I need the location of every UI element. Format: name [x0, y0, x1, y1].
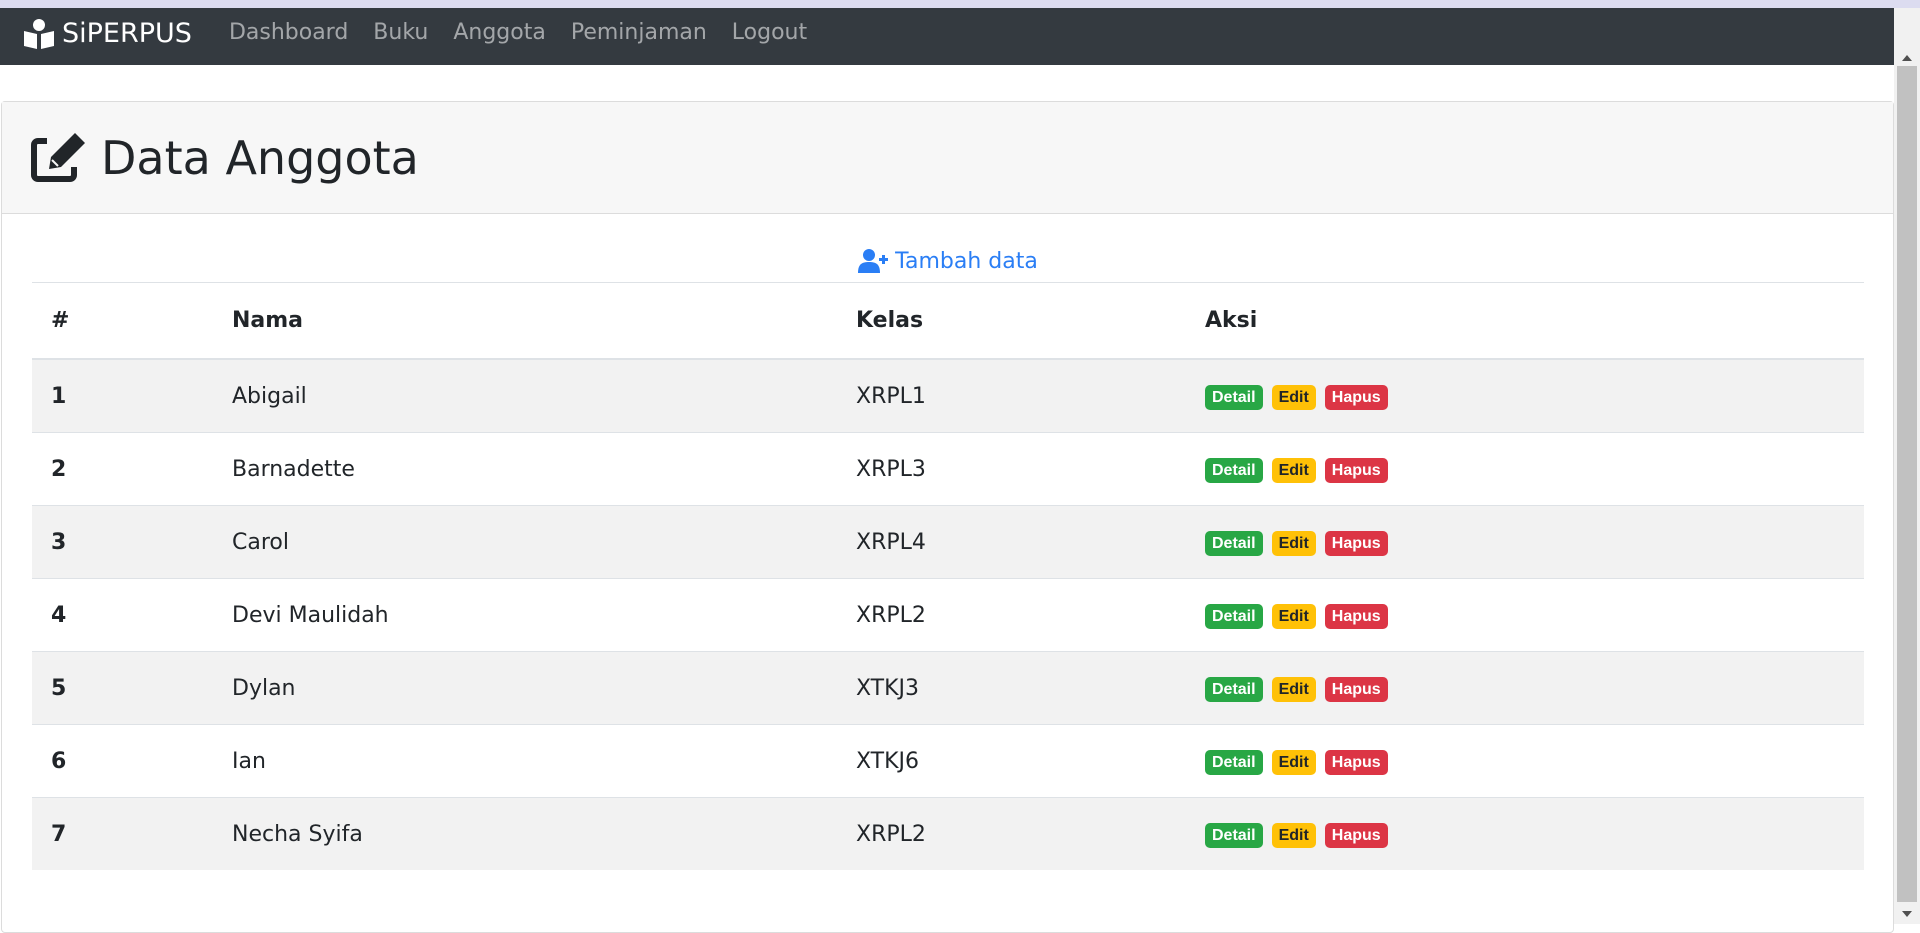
table-row: 2 Barnadette XRPL3 Detail Edit Hapus — [32, 432, 1864, 506]
table-row: 4 Devi Maulidah XRPL2 Detail Edit Hapus — [32, 578, 1864, 652]
row-nama: Abigail — [213, 358, 837, 433]
row-number: 6 — [32, 724, 213, 798]
edit-button[interactable]: Edit — [1271, 530, 1316, 556]
edit-button[interactable]: Edit — [1271, 457, 1316, 483]
header-nama: Nama — [213, 283, 837, 360]
scroll-up-arrow-icon[interactable] — [1894, 48, 1920, 68]
detail-button[interactable]: Detail — [1205, 749, 1263, 775]
row-number: 1 — [32, 358, 213, 433]
hapus-button[interactable]: Hapus — [1324, 749, 1388, 775]
row-actions: Detail Edit Hapus — [1186, 651, 1864, 725]
hapus-button[interactable]: Hapus — [1324, 384, 1388, 410]
nav-links: Dashboard Buku Anggota Peminjaman Logout — [229, 20, 832, 45]
table-row: 7 Necha Syifa XRPL2 Detail Edit Hapus — [32, 797, 1864, 870]
row-kelas: XTKJ6 — [837, 724, 1186, 798]
row-actions: Detail Edit Hapus — [1186, 724, 1864, 798]
edit-icon — [31, 132, 85, 182]
user-plus-icon — [858, 249, 889, 273]
detail-button[interactable]: Detail — [1205, 822, 1263, 848]
nav-buku[interactable]: Buku — [373, 20, 428, 45]
table-row: 3 Carol XRPL4 Detail Edit Hapus — [32, 505, 1864, 579]
hapus-button[interactable]: Hapus — [1324, 530, 1388, 556]
row-kelas: XRPL4 — [837, 505, 1186, 579]
page-scrollbar[interactable] — [1894, 8, 1920, 924]
row-kelas: XRPL2 — [837, 797, 1186, 870]
detail-button[interactable]: Detail — [1205, 603, 1263, 629]
anggota-card: Data Anggota Tambah data # Nama Kelas Ak… — [1, 101, 1894, 933]
row-nama: Carol — [213, 505, 837, 579]
edit-button[interactable]: Edit — [1271, 676, 1316, 702]
row-kelas: XRPL2 — [837, 578, 1186, 652]
hapus-button[interactable]: Hapus — [1324, 603, 1388, 629]
row-number: 4 — [32, 578, 213, 652]
row-nama: Necha Syifa — [213, 797, 837, 870]
nav-peminjaman[interactable]: Peminjaman — [571, 20, 707, 45]
table-row: 6 Ian XTKJ6 Detail Edit Hapus — [32, 724, 1864, 798]
edit-button[interactable]: Edit — [1271, 603, 1316, 629]
header-aksi: Aksi — [1186, 283, 1864, 360]
book-reader-icon — [24, 18, 54, 49]
row-nama: Ian — [213, 724, 837, 798]
detail-button[interactable]: Detail — [1205, 384, 1263, 410]
row-actions: Detail Edit Hapus — [1186, 505, 1864, 579]
row-nama: Devi Maulidah — [213, 578, 837, 652]
row-actions: Detail Edit Hapus — [1186, 797, 1864, 870]
table-header-row: # Nama Kelas Aksi — [32, 283, 1864, 360]
row-actions: Detail Edit Hapus — [1186, 578, 1864, 652]
page-title: Data Anggota — [101, 130, 419, 185]
edit-button[interactable]: Edit — [1271, 384, 1316, 410]
window-top-strip — [0, 0, 1920, 8]
row-number: 2 — [32, 432, 213, 506]
table-row: 1 Abigail XRPL1 Detail Edit Hapus — [32, 358, 1864, 433]
detail-button[interactable]: Detail — [1205, 676, 1263, 702]
hapus-button[interactable]: Hapus — [1324, 676, 1388, 702]
row-nama: Dylan — [213, 651, 837, 725]
row-number: 3 — [32, 505, 213, 579]
header-kelas: Kelas — [837, 283, 1186, 360]
row-number: 5 — [32, 651, 213, 725]
header-number: # — [32, 283, 213, 360]
nav-logout[interactable]: Logout — [732, 20, 807, 45]
nav-dashboard[interactable]: Dashboard — [229, 20, 348, 45]
row-kelas: XTKJ3 — [837, 651, 1186, 725]
hapus-button[interactable]: Hapus — [1324, 822, 1388, 848]
navbar: SiPERPUS Dashboard Buku Anggota Peminjam… — [0, 8, 1894, 65]
card-header: Data Anggota — [2, 102, 1893, 214]
edit-button[interactable]: Edit — [1271, 749, 1316, 775]
brand[interactable]: SiPERPUS — [22, 17, 192, 57]
anggota-table: # Nama Kelas Aksi 1 Abigail XRPL1 Detail… — [32, 283, 1864, 870]
row-actions: Detail Edit Hapus — [1186, 358, 1864, 433]
scrollbar-thumb[interactable] — [1897, 66, 1917, 902]
row-nama: Barnadette — [213, 432, 837, 506]
row-number: 7 — [32, 797, 213, 870]
add-data-label: Tambah data — [895, 248, 1038, 274]
nav-anggota[interactable]: Anggota — [453, 20, 546, 45]
table-row: 5 Dylan XTKJ3 Detail Edit Hapus — [32, 651, 1864, 725]
row-actions: Detail Edit Hapus — [1186, 432, 1864, 506]
detail-button[interactable]: Detail — [1205, 457, 1263, 483]
hapus-button[interactable]: Hapus — [1324, 457, 1388, 483]
scroll-down-arrow-icon[interactable] — [1894, 904, 1920, 924]
row-kelas: XRPL1 — [837, 358, 1186, 433]
add-row: Tambah data — [32, 248, 1864, 283]
add-data-link[interactable]: Tambah data — [858, 249, 1038, 274]
edit-button[interactable]: Edit — [1271, 822, 1316, 848]
row-kelas: XRPL3 — [837, 432, 1186, 506]
brand-name: SiPERPUS — [62, 18, 192, 49]
detail-button[interactable]: Detail — [1205, 530, 1263, 556]
